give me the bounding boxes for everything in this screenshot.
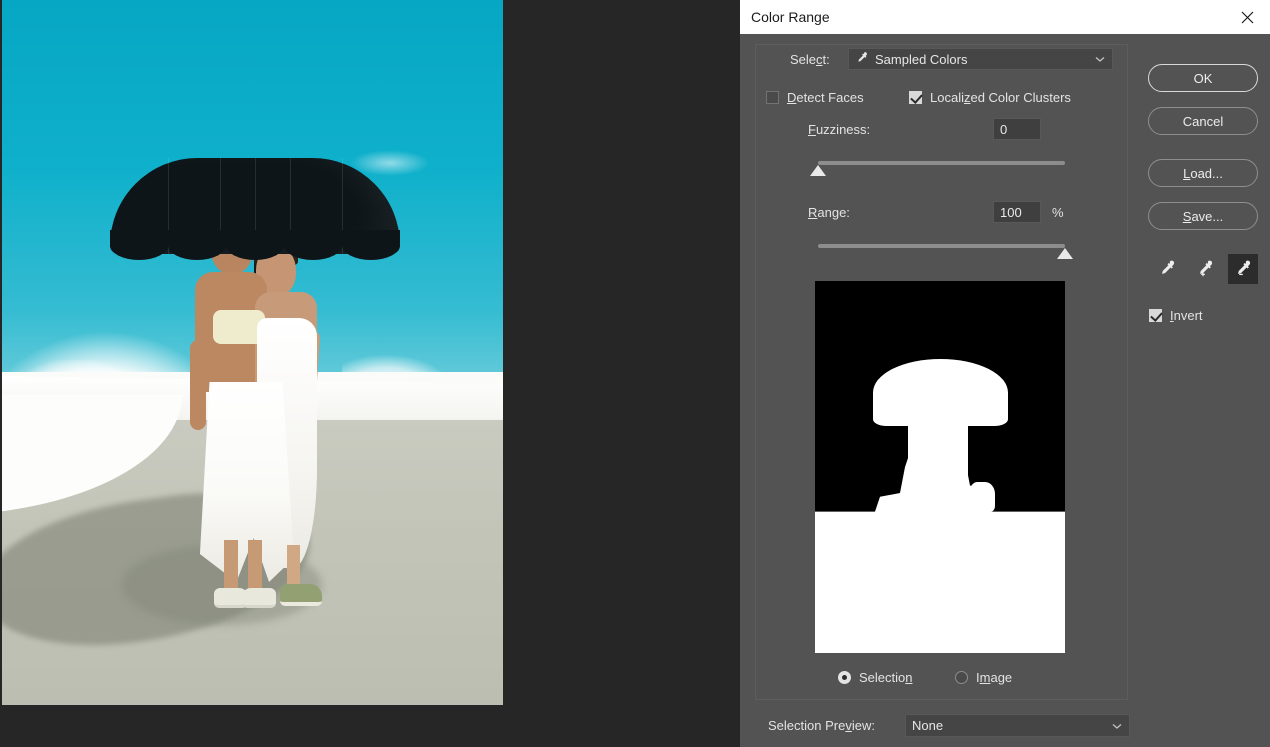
save-button[interactable]: Save...	[1148, 202, 1258, 230]
mask-speck	[970, 482, 995, 512]
selection-radio-label: Selection	[859, 670, 912, 685]
cancel-button[interactable]: Cancel	[1148, 107, 1258, 135]
eyedropper-icon	[855, 51, 869, 68]
chevron-down-icon	[1094, 53, 1106, 65]
sneaker-right	[242, 588, 276, 608]
photo-image[interactable]	[2, 0, 503, 705]
image-radio-label: Image	[976, 670, 1012, 685]
load-button[interactable]: Load...	[1148, 159, 1258, 187]
mask-body-shape	[908, 407, 968, 519]
eyedropper-toolbar	[1152, 254, 1258, 284]
selection-preview-label: Selection Preview:	[768, 718, 875, 733]
mask-ground-region	[815, 519, 1065, 653]
cloud-wisp	[350, 150, 430, 176]
detect-faces-row[interactable]: Detect Faces	[766, 90, 864, 105]
document-canvas[interactable]	[0, 0, 740, 747]
eyedropper-icon[interactable]	[1152, 254, 1182, 284]
color-range-dialog: Color Range Select: Sampled Colors Detec…	[740, 0, 1270, 747]
range-unit-label: %	[1052, 205, 1064, 220]
localized-color-clusters-checkbox[interactable]	[909, 91, 922, 104]
eyedropper-add-icon[interactable]	[1190, 254, 1220, 284]
select-dropdown[interactable]: Sampled Colors	[848, 48, 1113, 70]
dialog-titlebar: Color Range	[740, 0, 1270, 34]
range-slider-track	[818, 244, 1065, 248]
fuzziness-label: Fuzziness:	[808, 122, 870, 137]
localized-color-clusters-row[interactable]: Localized Color Clusters	[909, 90, 1071, 105]
selection-radio[interactable]	[838, 671, 851, 684]
mask-preview[interactable]	[815, 281, 1065, 653]
sneaker-green	[280, 584, 322, 606]
range-label: Range:	[808, 205, 850, 220]
fuzziness-input[interactable]: 0	[993, 118, 1041, 140]
chevron-down-icon	[1111, 720, 1123, 732]
invert-row[interactable]: Invert	[1149, 308, 1203, 323]
image-radio[interactable]	[955, 671, 968, 684]
range-slider[interactable]	[818, 238, 1065, 260]
selection-radio-row[interactable]: Selection	[838, 670, 912, 685]
fuzziness-slider-thumb[interactable]	[810, 165, 826, 176]
detect-faces-label: Detect Faces	[787, 90, 864, 105]
umbrella-edge	[110, 230, 400, 264]
range-slider-thumb[interactable]	[1057, 248, 1073, 259]
detect-faces-checkbox[interactable]	[766, 91, 779, 104]
fuzziness-slider-track	[818, 161, 1065, 165]
eyedropper-subtract-icon[interactable]	[1228, 254, 1258, 284]
invert-checkbox[interactable]	[1149, 309, 1162, 322]
localized-color-clusters-label: Localized Color Clusters	[930, 90, 1071, 105]
invert-label: Invert	[1170, 308, 1203, 323]
dialog-title: Color Range	[751, 9, 830, 25]
select-label: Select:	[790, 52, 830, 67]
ok-button[interactable]: OK	[1148, 64, 1258, 92]
range-input[interactable]: 100	[993, 201, 1041, 223]
fuzziness-slider[interactable]	[818, 155, 1065, 177]
person-a-arm	[190, 340, 206, 430]
person-a-skirt	[198, 382, 294, 582]
screen: Color Range Select: Sampled Colors Detec…	[0, 0, 1270, 747]
close-icon[interactable]	[1224, 0, 1270, 34]
selection-preview-value: None	[912, 718, 1111, 733]
select-value: Sampled Colors	[875, 52, 1094, 67]
selection-preview-dropdown[interactable]: None	[905, 714, 1130, 737]
image-radio-row[interactable]: Image	[955, 670, 1012, 685]
